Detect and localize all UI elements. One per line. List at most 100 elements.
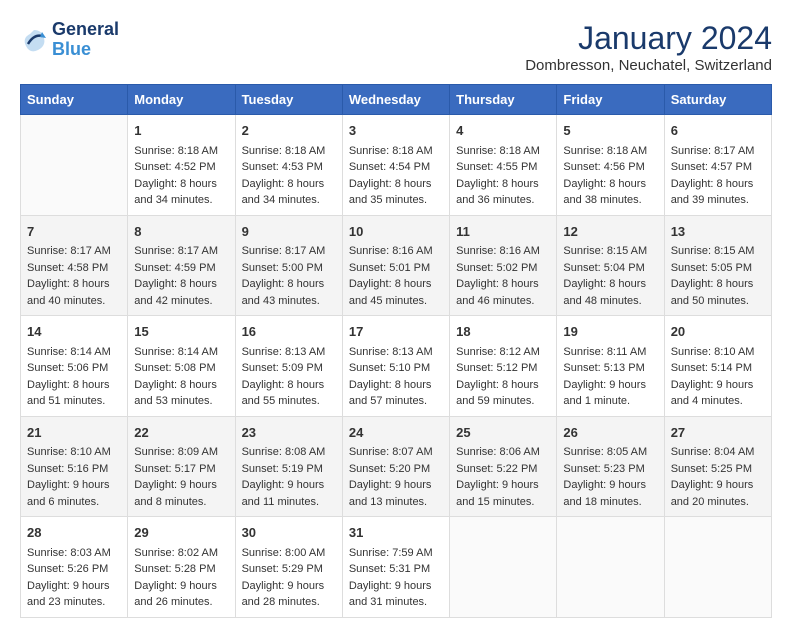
cell-info-line: Sunset: 5:14 PM	[671, 360, 765, 377]
cell-info-line: Daylight: 8 hours	[456, 377, 550, 394]
cell-info-line: and 57 minutes.	[349, 393, 443, 410]
calendar-cell: 31 Sunrise: 7:59 AMSunset: 5:31 PMDayligh…	[342, 517, 449, 618]
cell-info-line: and 11 minutes.	[242, 494, 336, 511]
cell-info-line: Sunset: 4:59 PM	[134, 260, 228, 277]
calendar-cell: 20Sunrise: 8:10 AMSunset: 5:14 PMDayligh…	[664, 316, 771, 417]
cell-info-line: and 36 minutes.	[456, 192, 550, 209]
cell-info-line: and 20 minutes.	[671, 494, 765, 511]
cell-info-line: Sunset: 4:57 PM	[671, 159, 765, 176]
cell-info-line: Sunrise: 8:11 AM	[563, 344, 657, 361]
day-number: 27	[671, 423, 765, 443]
day-number: 4	[456, 121, 550, 141]
cell-info-line: and 23 minutes.	[27, 594, 121, 611]
logo: General Blue	[20, 20, 119, 60]
calendar-cell	[664, 517, 771, 618]
day-number: 19	[563, 322, 657, 342]
cell-info-line: Daylight: 8 hours	[134, 377, 228, 394]
day-number: 29	[134, 523, 228, 543]
cell-info-line: Sunrise: 8:14 AM	[134, 344, 228, 361]
calendar-cell	[450, 517, 557, 618]
cell-info-line: Sunrise: 8:13 AM	[349, 344, 443, 361]
cell-info-line: Sunrise: 8:07 AM	[349, 444, 443, 461]
cell-info-line: Sunset: 5:29 PM	[242, 561, 336, 578]
cell-info-line: Sunset: 4:53 PM	[242, 159, 336, 176]
calendar-cell: 25Sunrise: 8:06 AMSunset: 5:22 PMDayligh…	[450, 416, 557, 517]
calendar-week-3: 14Sunrise: 8:14 AMSunset: 5:06 PMDayligh…	[21, 316, 772, 417]
cell-info-line: Daylight: 8 hours	[349, 377, 443, 394]
calendar-cell: 30Sunrise: 8:00 AMSunset: 5:29 PMDayligh…	[235, 517, 342, 618]
weekday-header-sunday: Sunday	[21, 85, 128, 115]
cell-info-line: Sunset: 5:09 PM	[242, 360, 336, 377]
cell-info-line: and 1 minute.	[563, 393, 657, 410]
cell-info-line: Daylight: 8 hours	[134, 276, 228, 293]
cell-info-line: Daylight: 9 hours	[563, 477, 657, 494]
calendar-week-2: 7Sunrise: 8:17 AMSunset: 4:58 PMDaylight…	[21, 215, 772, 316]
calendar-cell: 14Sunrise: 8:14 AMSunset: 5:06 PMDayligh…	[21, 316, 128, 417]
calendar-cell: 24Sunrise: 8:07 AMSunset: 5:20 PMDayligh…	[342, 416, 449, 517]
cell-info-line: Daylight: 8 hours	[242, 377, 336, 394]
cell-info-line: Daylight: 8 hours	[456, 176, 550, 193]
calendar-cell: 19Sunrise: 8:11 AMSunset: 5:13 PMDayligh…	[557, 316, 664, 417]
cell-info-line: Daylight: 9 hours	[27, 578, 121, 595]
cell-info-line: and 48 minutes.	[563, 293, 657, 310]
cell-info-line: Sunset: 5:00 PM	[242, 260, 336, 277]
cell-info-line: Daylight: 9 hours	[563, 377, 657, 394]
cell-info-line: Daylight: 8 hours	[671, 176, 765, 193]
calendar-cell: 1Sunrise: 8:18 AMSunset: 4:52 PMDaylight…	[128, 115, 235, 216]
cell-info-line: Sunrise: 8:10 AM	[671, 344, 765, 361]
calendar-cell: 12Sunrise: 8:15 AMSunset: 5:04 PMDayligh…	[557, 215, 664, 316]
cell-info-line: Daylight: 9 hours	[134, 578, 228, 595]
cell-info-line: Sunrise: 8:17 AM	[242, 243, 336, 260]
day-number: 30	[242, 523, 336, 543]
day-number: 1	[134, 121, 228, 141]
cell-info-line: Daylight: 9 hours	[349, 578, 443, 595]
cell-info-line: and 42 minutes.	[134, 293, 228, 310]
day-number: 28	[27, 523, 121, 543]
day-number: 16	[242, 322, 336, 342]
cell-info-line: and 59 minutes.	[456, 393, 550, 410]
title-block: January 2024 Dombresson, Neuchatel, Swit…	[525, 20, 772, 74]
cell-info-line: and 39 minutes.	[671, 192, 765, 209]
cell-info-line: and 46 minutes.	[456, 293, 550, 310]
cell-info-line: and 28 minutes.	[242, 594, 336, 611]
cell-info-line: and 50 minutes.	[671, 293, 765, 310]
cell-info-line: Sunrise: 8:08 AM	[242, 444, 336, 461]
cell-info-line: and 43 minutes.	[242, 293, 336, 310]
cell-info-line: Sunset: 4:52 PM	[134, 159, 228, 176]
day-number: 25	[456, 423, 550, 443]
day-number: 9	[242, 222, 336, 242]
day-number: 22	[134, 423, 228, 443]
cell-info-line: Sunrise: 8:09 AM	[134, 444, 228, 461]
calendar-cell: 7Sunrise: 8:17 AMSunset: 4:58 PMDaylight…	[21, 215, 128, 316]
cell-info-line: and 38 minutes.	[563, 192, 657, 209]
cell-info-line: Sunrise: 8:14 AM	[27, 344, 121, 361]
calendar-cell: 13Sunrise: 8:15 AMSunset: 5:05 PMDayligh…	[664, 215, 771, 316]
day-number: 5	[563, 121, 657, 141]
cell-info-line: Daylight: 8 hours	[27, 377, 121, 394]
cell-info-line: Sunset: 4:54 PM	[349, 159, 443, 176]
day-number: 2	[242, 121, 336, 141]
cell-info-line: and 40 minutes.	[27, 293, 121, 310]
cell-info-line: Daylight: 8 hours	[671, 276, 765, 293]
calendar-cell: 18Sunrise: 8:12 AMSunset: 5:12 PMDayligh…	[450, 316, 557, 417]
cell-info-line: Sunrise: 8:17 AM	[134, 243, 228, 260]
day-number: 24	[349, 423, 443, 443]
cell-info-line: Sunrise: 7:59 AM	[349, 545, 443, 562]
cell-info-line: Sunrise: 8:18 AM	[456, 143, 550, 160]
calendar-cell: 27Sunrise: 8:04 AMSunset: 5:25 PMDayligh…	[664, 416, 771, 517]
cell-info-line: and 6 minutes.	[27, 494, 121, 511]
cell-info-line: Daylight: 9 hours	[242, 477, 336, 494]
cell-info-line: Sunset: 4:55 PM	[456, 159, 550, 176]
day-number: 10	[349, 222, 443, 242]
day-number: 31	[349, 523, 443, 543]
calendar-cell: 22Sunrise: 8:09 AMSunset: 5:17 PMDayligh…	[128, 416, 235, 517]
cell-info-line: Sunrise: 8:03 AM	[27, 545, 121, 562]
cell-info-line: and 53 minutes.	[134, 393, 228, 410]
page-header: General Blue January 2024 Dombresson, Ne…	[20, 20, 772, 74]
cell-info-line: Sunset: 5:31 PM	[349, 561, 443, 578]
cell-info-line: Sunset: 5:05 PM	[671, 260, 765, 277]
weekday-header-friday: Friday	[557, 85, 664, 115]
logo-line2: Blue	[52, 40, 119, 60]
cell-info-line: Sunset: 5:16 PM	[27, 461, 121, 478]
cell-info-line: Sunrise: 8:16 AM	[456, 243, 550, 260]
